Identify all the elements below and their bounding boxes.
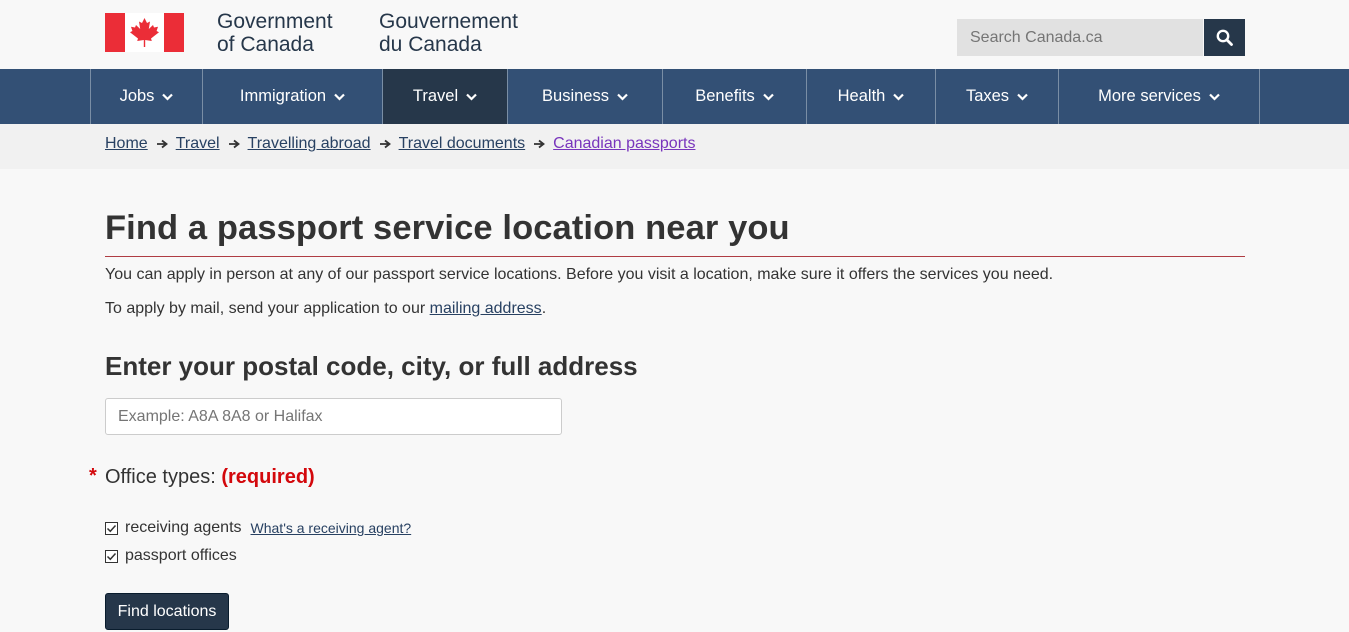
checkbox-passport-offices[interactable]	[105, 549, 118, 563]
wordmark-english[interactable]: Government of Canada	[217, 10, 333, 56]
menu-label: Immigration	[239, 87, 327, 105]
menu-label: More services	[1098, 87, 1201, 105]
breadcrumb-travel-documents[interactable]: Travel documents	[399, 135, 526, 153]
search-icon	[1216, 29, 1233, 46]
menu-item-more-services[interactable]: More services	[1058, 69, 1259, 124]
menu-label: Health	[837, 87, 886, 105]
menu-item-taxes[interactable]: Taxes	[935, 69, 1058, 124]
wordmark-en-line1: Government	[217, 10, 333, 33]
address-input[interactable]	[105, 398, 562, 435]
arrow-right-icon	[534, 139, 546, 149]
menu-item-immigration[interactable]: Immigration	[202, 69, 382, 124]
mail-text-suffix: .	[541, 300, 547, 317]
chevron-down-icon	[162, 93, 174, 101]
chevron-down-icon	[466, 93, 477, 101]
required-label: (required)	[221, 466, 315, 488]
menu-item-travel[interactable]: Travel	[382, 69, 507, 124]
wordmark-french[interactable]: Gouvernement du Canada	[379, 10, 518, 56]
wordmark-fr-line2: du Canada	[379, 33, 482, 56]
arrow-right-icon	[156, 139, 168, 149]
mail-text: To apply by mail, send your application …	[105, 300, 546, 318]
office-types-label: Office types:	[105, 466, 216, 488]
address-heading: Enter your postal code, city, or full ad…	[105, 351, 638, 381]
checkbox-label[interactable]: receiving agents	[125, 519, 242, 537]
chevron-down-icon	[763, 93, 774, 101]
menu-item-jobs[interactable]: Jobs	[90, 69, 202, 124]
page-title: Find a passport service location near yo…	[105, 209, 790, 247]
breadcrumb-travelling-abroad[interactable]: Travelling abroad	[248, 135, 371, 153]
title-underline	[105, 256, 1245, 257]
breadcrumb-travel[interactable]: Travel	[176, 135, 220, 153]
menu-label: Jobs	[119, 87, 155, 105]
chevron-down-icon	[1209, 93, 1220, 101]
search-input[interactable]	[957, 19, 1203, 56]
chevron-down-icon	[334, 93, 345, 101]
required-asterisk: *	[89, 465, 97, 487]
mail-text-prefix: To apply by mail, send your application …	[105, 300, 430, 317]
menu-label: Travel	[412, 87, 459, 105]
checkbox-receiving-agents[interactable]	[105, 521, 118, 535]
arrow-right-icon	[379, 139, 391, 149]
menu-label: Taxes	[965, 87, 1010, 105]
checkbox-label[interactable]: passport offices	[125, 547, 237, 565]
canada-flag-icon[interactable]	[105, 13, 184, 52]
menu-item-benefits[interactable]: Benefits	[662, 69, 806, 124]
option-passport-offices: passport offices	[105, 547, 237, 565]
option-receiving-agents: receiving agents What's a receiving agen…	[105, 519, 411, 537]
office-types-legend: Office types: (required)	[105, 466, 315, 489]
wordmark-en-line2: of Canada	[217, 33, 314, 56]
site-header: Government of Canada Gouvernement du Can…	[0, 0, 1349, 69]
breadcrumb-home[interactable]: Home	[105, 135, 148, 153]
arrow-right-icon	[228, 139, 240, 149]
menu-item-business[interactable]: Business	[507, 69, 662, 124]
chevron-down-icon	[1017, 93, 1028, 101]
receiving-agent-help-link[interactable]: What's a receiving agent?	[251, 520, 412, 536]
menu-label: Business	[542, 87, 609, 105]
intro-text: You can apply in person at any of our pa…	[105, 266, 1054, 283]
chevron-down-icon	[893, 93, 905, 101]
main-menu: Jobs Immigration Travel Business Benefit…	[0, 69, 1349, 124]
find-locations-button[interactable]: Find locations	[105, 593, 229, 630]
breadcrumb-canadian-passports[interactable]: Canadian passports	[553, 135, 695, 153]
breadcrumb: Home Travel Travelling abroad Travel doc…	[0, 124, 1349, 169]
menu-label: Benefits	[695, 87, 755, 105]
menu-divider	[1259, 69, 1260, 124]
mailing-address-link[interactable]: mailing address	[430, 300, 542, 317]
search-button[interactable]	[1204, 19, 1245, 56]
wordmark-fr-line1: Gouvernement	[379, 10, 518, 33]
chevron-down-icon	[617, 93, 628, 101]
menu-item-health[interactable]: Health	[806, 69, 935, 124]
